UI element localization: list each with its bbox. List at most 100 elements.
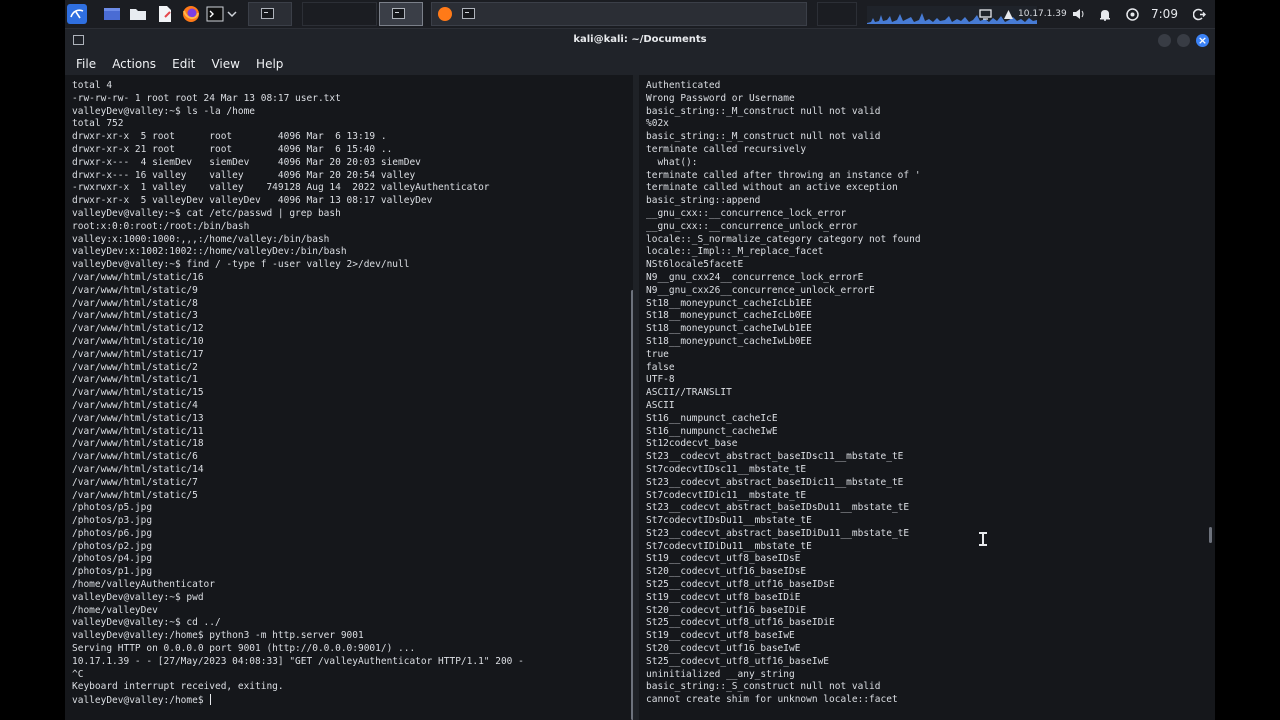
workspace-icon[interactable] bbox=[102, 4, 122, 24]
terminal-line-text: root:x:0:0:root:/root:/bin/bash bbox=[72, 220, 250, 232]
terminal-line: basic_string::_S_construct null not vali… bbox=[646, 681, 921, 694]
menu-file[interactable]: File bbox=[76, 57, 96, 71]
terminal-line: /var/www/html/static/9 bbox=[72, 285, 524, 298]
menu-view[interactable]: View bbox=[211, 57, 239, 71]
terminal-line-text: /photos/p5.jpg bbox=[72, 502, 153, 514]
terminal-line: total 752 bbox=[72, 118, 524, 131]
terminal-line: valleyDev@valley:/home$ bbox=[72, 694, 524, 707]
terminal-line: /var/www/html/static/10 bbox=[72, 336, 524, 349]
terminal-line-text: St23__codecvt_abstract_baseIDiDu11__mbst… bbox=[646, 527, 910, 539]
terminal-icon bbox=[261, 8, 274, 19]
terminal-line: /home/valleyAuthenticator bbox=[72, 579, 524, 592]
terminal-line-text: /var/www/html/static/5 bbox=[72, 489, 198, 501]
terminal-line-text: St16__numpunct_cacheIwE bbox=[646, 425, 778, 437]
terminal-line: St7codecvtIDsc11__mbstate_tE bbox=[646, 464, 921, 477]
chevron-down-icon[interactable] bbox=[226, 4, 238, 24]
terminal-line-text: /photos/p2.jpg bbox=[72, 540, 153, 552]
terminal-line-text: St18__moneypunct_cacheIwLb0EE bbox=[646, 335, 812, 347]
menu-help[interactable]: Help bbox=[256, 57, 283, 71]
terminal-line: basic_string::_M_construct null not vali… bbox=[646, 106, 921, 119]
terminal-line: /var/www/html/static/15 bbox=[72, 387, 524, 400]
text-cursor bbox=[210, 694, 212, 706]
terminal-line: St12codecvt_base bbox=[646, 438, 921, 451]
terminal-line-text: valleyDev@valley:~$ cd ../ bbox=[72, 617, 221, 629]
terminal-line: St19__codecvt_utf8_baseIDiE bbox=[646, 592, 921, 605]
terminal-line-text: St20__codecvt_utf16_baseIDiE bbox=[646, 604, 807, 616]
terminal-line: /var/www/html/static/3 bbox=[72, 310, 524, 323]
terminal-line: N9__gnu_cxx24__concurrence_lock_errorE bbox=[646, 272, 921, 285]
terminal-line-text: /var/www/html/static/16 bbox=[72, 271, 204, 283]
terminal-line: /var/www/html/static/1 bbox=[72, 374, 524, 387]
terminal-line-text: St19__codecvt_utf8_baseIDsE bbox=[646, 553, 801, 565]
terminal-line-text: /photos/p4.jpg bbox=[72, 553, 153, 565]
terminal-pane-right[interactable]: Authenticated Wrong Password or Username b… bbox=[639, 75, 1215, 720]
power-manager-icon[interactable] bbox=[1126, 0, 1142, 28]
terminal-line-text: valleyDev:x:1002:1002::/home/valleyDev:/… bbox=[72, 246, 347, 258]
terminal-line-text: St18__moneypunct_cacheIcLb0EE bbox=[646, 310, 812, 322]
terminal-line-text: valley:x:1000:1000:,,,:/home/valley:/bin… bbox=[72, 233, 330, 245]
firefox-icon bbox=[438, 7, 452, 21]
terminal-line-text: N9__gnu_cxx24__concurrence_lock_errorE bbox=[646, 271, 864, 283]
menu-bar: File Actions Edit View Help bbox=[65, 53, 1215, 75]
taskbar-window-2[interactable] bbox=[302, 2, 377, 26]
mouse-cursor bbox=[979, 532, 987, 546]
terminal-line-text: St23__codecvt_abstract_baseIDic11__mbsta… bbox=[646, 476, 904, 488]
terminal-line: NSt6locale5facetE bbox=[646, 259, 921, 272]
logout-icon[interactable] bbox=[1193, 0, 1209, 28]
terminal-line: -rwxrwxr-x 1 valley valley 749128 Aug 14… bbox=[72, 182, 524, 195]
terminal-line: /var/www/html/static/8 bbox=[72, 298, 524, 311]
window-title: kali@kali: ~/Documents bbox=[573, 34, 707, 45]
terminal-line: /var/www/html/static/16 bbox=[72, 272, 524, 285]
terminal-line-text: St7codecvtIDic11__mbstate_tE bbox=[646, 489, 807, 501]
maximize-button[interactable] bbox=[1177, 34, 1190, 47]
display-icon[interactable] bbox=[979, 0, 997, 28]
kali-menu-icon[interactable] bbox=[67, 4, 87, 24]
terminal-line: N9__gnu_cxx26__concurrence_unlock_errorE bbox=[646, 285, 921, 298]
menu-actions[interactable]: Actions bbox=[112, 57, 156, 71]
taskbar-window-5[interactable] bbox=[817, 2, 857, 26]
notification-bell-icon[interactable] bbox=[1099, 0, 1115, 28]
terminal-line-text: valleyDev@valley:~$ ls -la /home bbox=[72, 105, 256, 117]
terminal-line: ^C bbox=[72, 669, 524, 682]
minimize-button[interactable] bbox=[1158, 34, 1171, 47]
taskbar-window-4[interactable] bbox=[431, 2, 807, 26]
terminal-line: UTF-8 bbox=[646, 374, 921, 387]
terminal-line-text: drwxr-x--- 4 siemDev siemDev 4096 Mar 20… bbox=[72, 156, 421, 168]
terminal-line: locale::_Impl::_M_replace_facet bbox=[646, 246, 921, 259]
close-button[interactable]: × bbox=[1196, 34, 1209, 47]
terminal-line: St23__codecvt_abstract_baseIDiDu11__mbst… bbox=[646, 528, 921, 541]
terminal-line: valleyDev@valley:~$ ls -la /home bbox=[72, 106, 524, 119]
network-status[interactable]: 10.17.1.39 bbox=[1003, 0, 1067, 28]
terminal-line: cannot create shim for unknown locale::f… bbox=[646, 694, 921, 707]
terminal-line-text: -rwxrwxr-x 1 valley valley 749128 Aug 14… bbox=[72, 182, 490, 194]
title-bar[interactable]: kali@kali: ~/Documents × bbox=[65, 29, 1215, 53]
firefox-icon[interactable] bbox=[181, 4, 201, 24]
terminal-line: /photos/p3.jpg bbox=[72, 515, 524, 528]
text-editor-icon[interactable] bbox=[155, 4, 175, 24]
terminal-line: ASCII//TRANSLIT bbox=[646, 387, 921, 400]
terminal-line: St18__moneypunct_cacheIwLb0EE bbox=[646, 336, 921, 349]
terminal-line-text: valleyDev@valley:~$ pwd bbox=[72, 591, 204, 603]
terminal-line: /var/www/html/static/4 bbox=[72, 400, 524, 413]
scrollbar-right[interactable] bbox=[1209, 527, 1212, 543]
terminal-line-text: uninitialized __any_string bbox=[646, 668, 795, 680]
terminal-line: __gnu_cxx::__concurrence_unlock_error bbox=[646, 221, 921, 234]
terminal-icon[interactable] bbox=[205, 4, 225, 24]
terminal-line-text: /var/www/html/static/4 bbox=[72, 399, 198, 411]
terminal-line: valleyDev@valley:~$ cat /etc/passwd | gr… bbox=[72, 208, 524, 221]
terminal-line-text: /var/www/html/static/10 bbox=[72, 335, 204, 347]
file-manager-icon[interactable] bbox=[128, 4, 148, 24]
terminal-line: St23__codecvt_abstract_baseIDsc11__mbsta… bbox=[646, 451, 921, 464]
volume-icon[interactable] bbox=[1072, 0, 1088, 28]
terminal-line: root:x:0:0:root:/root:/bin/bash bbox=[72, 221, 524, 234]
taskbar-window-1[interactable] bbox=[248, 2, 292, 26]
terminal-pane-left[interactable]: total 4 -rw-rw-rw- 1 root root 24 Mar 13 … bbox=[65, 75, 633, 720]
terminal-line: St25__codecvt_utf8_utf16_baseIDsE bbox=[646, 579, 921, 592]
terminal-line: valleyDev@valley:~$ cd ../ bbox=[72, 617, 524, 630]
terminal-line-text: St23__codecvt_abstract_baseIDsc11__mbsta… bbox=[646, 451, 904, 463]
menu-edit[interactable]: Edit bbox=[172, 57, 195, 71]
clock[interactable]: 7:09 bbox=[1151, 0, 1178, 28]
terminal-line: St19__codecvt_utf8_baseIDsE bbox=[646, 553, 921, 566]
taskbar-window-3[interactable] bbox=[379, 2, 423, 26]
terminal-line-text: St25__codecvt_utf8_utf16_baseIDiE bbox=[646, 617, 835, 629]
